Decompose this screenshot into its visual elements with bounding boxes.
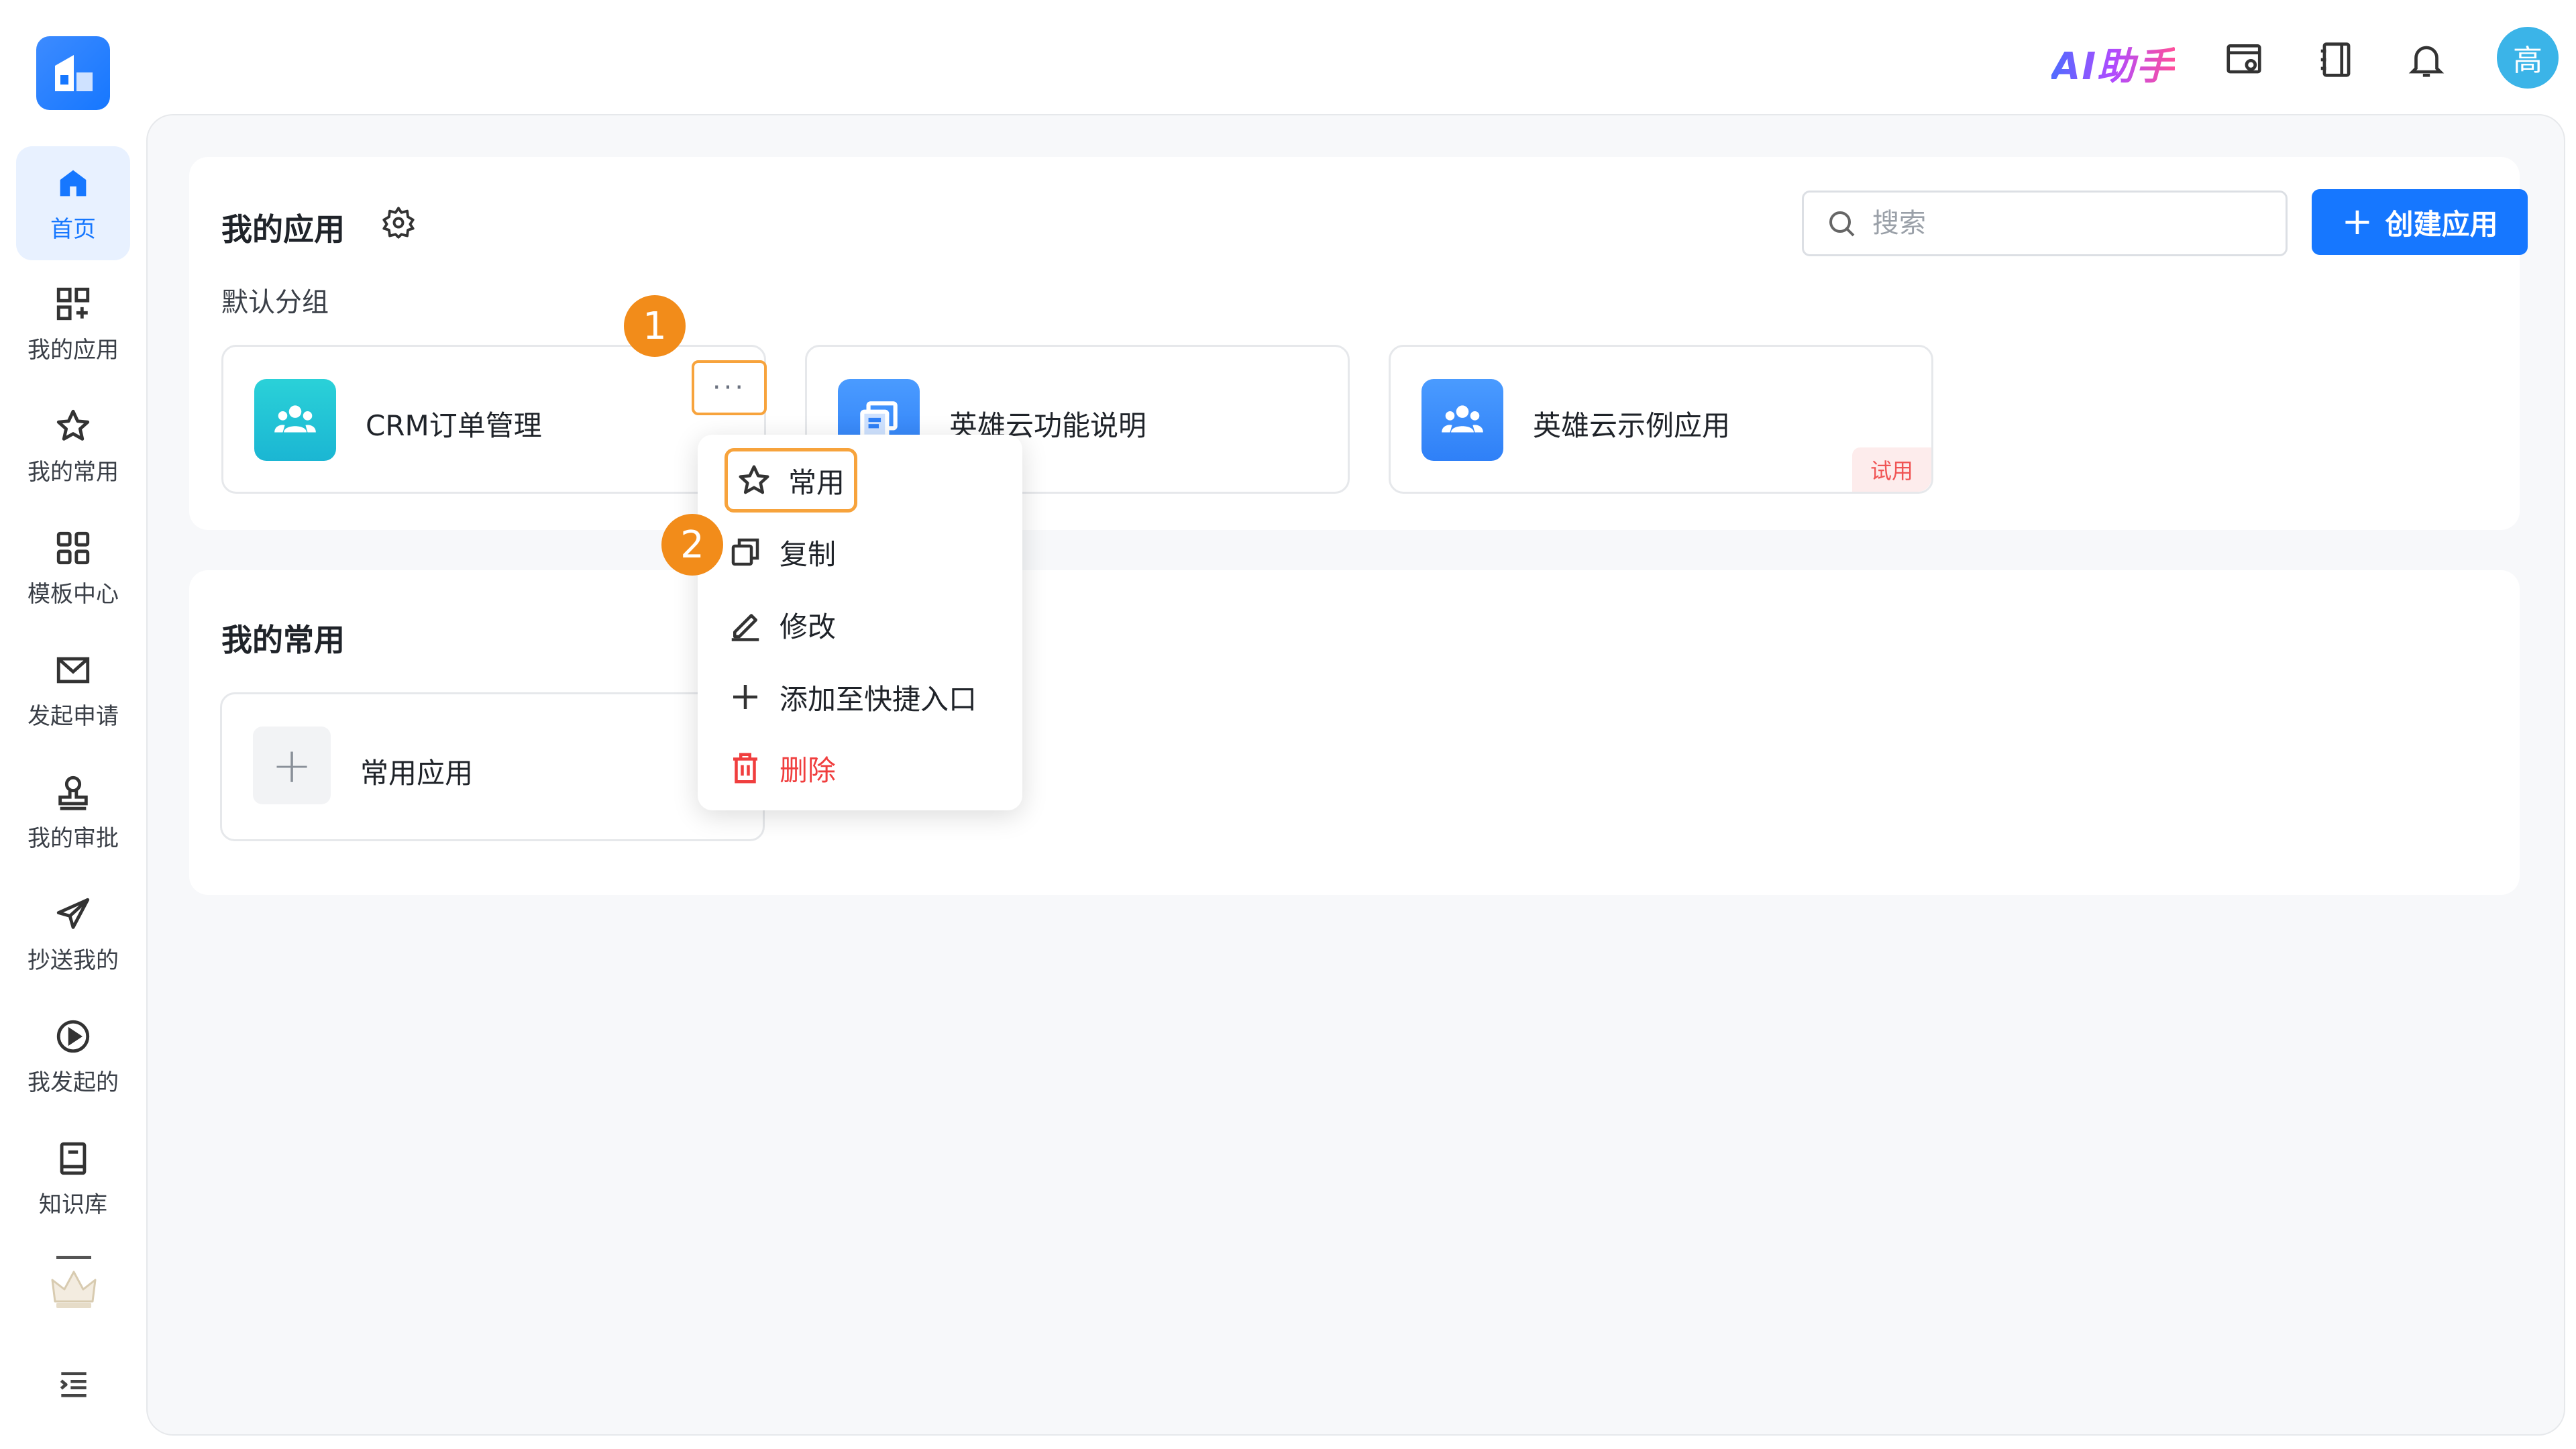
my-apps-title: 我的应用 [221,211,345,248]
apps-grid-plus-icon [56,287,90,320]
menu-item-edit[interactable]: 修改 [727,594,836,655]
app-name: CRM订单管理 [366,409,542,442]
send-icon [56,898,90,929]
sidebar-item-label: 我发起的 [28,1069,119,1096]
sidebar-item-submit-request[interactable]: 发起申请 [16,633,130,747]
more-options-button[interactable]: ··· [692,360,767,415]
menu-item-favorite[interactable]: 常用 [724,448,858,513]
main-panel: 我的应用 默认分组 + 创建应用 CRM订单管理 ··· 英雄云功能说明 [146,114,2565,1436]
add-icon: + [253,727,331,804]
menu-item-delete[interactable]: 删除 [727,738,836,798]
sidebar-item-label: 首页 [50,215,96,243]
mail-icon [56,657,90,683]
play-circle-icon [56,1020,90,1053]
sidebar-item-label: 抄送我的 [28,947,119,974]
my-apps-card: 我的应用 默认分组 + 创建应用 CRM订单管理 ··· 英雄云功能说明 [189,157,2528,530]
sidebar-item-label: 我的常用 [28,458,119,486]
step-badge-1: 1 [624,295,686,357]
copy-icon [731,538,759,566]
team-icon [1421,379,1503,461]
ai-assistant-button[interactable]: AI助手 [2051,36,2175,91]
menu-item-label: 添加至快捷入口 [780,682,977,716]
sidebar-item-knowledge-base[interactable]: 知识库 [16,1122,130,1236]
edit-icon [731,614,759,641]
sidebar-item-my-approvals[interactable]: 我的审批 [16,755,130,869]
add-favorite-tile[interactable]: + 常用应用 [220,692,765,841]
user-avatar[interactable]: 高 [2497,27,2559,89]
sidebar-item-label: 模板中心 [28,580,119,608]
logo-icon [55,55,93,91]
sidebar-item-template-center[interactable]: 模板中心 [16,511,130,625]
stamp-icon [58,775,88,810]
menu-item-add-shortcut[interactable]: 添加至快捷入口 [727,667,977,727]
app-tile[interactable]: CRM订单管理 ··· [221,345,767,494]
template-grid-icon [56,531,90,564]
add-favorite-label: 常用应用 [360,757,474,790]
crown-icon[interactable] [47,1261,101,1315]
menu-item-label: 常用 [788,466,845,499]
collapse-menu-icon[interactable] [55,1366,93,1403]
my-favorites-title: 我的常用 [221,622,345,658]
browser-settings-icon[interactable] [2223,39,2265,80]
app-logo[interactable] [36,36,110,110]
sidebar-item-home[interactable]: 首页 [16,146,130,260]
sidebar-item-label: 我的审批 [28,824,119,852]
sidebar-item-my-favorites[interactable]: 我的常用 [16,389,130,503]
trial-badge: 试用 [1852,447,1931,492]
sidebar-item-label: 发起申请 [28,702,119,730]
app-name: 英雄云示例应用 [1533,409,1731,442]
step-badge-2: 2 [661,514,723,576]
group-label: 默认分组 [221,287,329,318]
create-app-button[interactable]: + 创建应用 [2312,189,2528,255]
create-app-label: 创建应用 [2385,207,2498,241]
plus-icon: + [2341,200,2373,244]
team-icon [254,379,336,461]
sidebar-item-label: 我的应用 [28,336,119,364]
menu-item-copy[interactable]: 复制 [727,522,836,582]
menu-item-label: 复制 [780,537,837,571]
search-input[interactable] [1872,208,2248,239]
star-outline-icon [739,465,769,494]
gear-icon[interactable] [381,205,416,240]
trash-icon [733,753,757,784]
bell-icon[interactable] [2406,39,2447,80]
star-icon [56,409,90,441]
sidebar-item-label: 知识库 [39,1191,107,1218]
app-context-menu: 常用 复制 修改 添加至快捷入口 删除 [698,435,1022,810]
sidebar-item-cc-to-me[interactable]: 抄送我的 [16,877,130,991]
search-icon [1829,211,1855,237]
home-icon [60,170,87,196]
notebook-icon[interactable] [2316,39,2357,80]
search-box[interactable] [1802,191,2288,256]
menu-item-label: 修改 [780,610,837,643]
menu-item-label: 删除 [780,753,837,787]
sidebar-item-my-apps[interactable]: 我的应用 [16,267,130,381]
sidebar-item-initiated-by-me[interactable]: 我发起的 [16,1000,130,1114]
app-tile[interactable]: 英雄云示例应用 试用 [1389,345,1933,494]
book-icon [60,1142,87,1175]
plus-icon [733,685,757,709]
my-favorites-card: 我的常用 + 常用应用 [189,570,2520,895]
